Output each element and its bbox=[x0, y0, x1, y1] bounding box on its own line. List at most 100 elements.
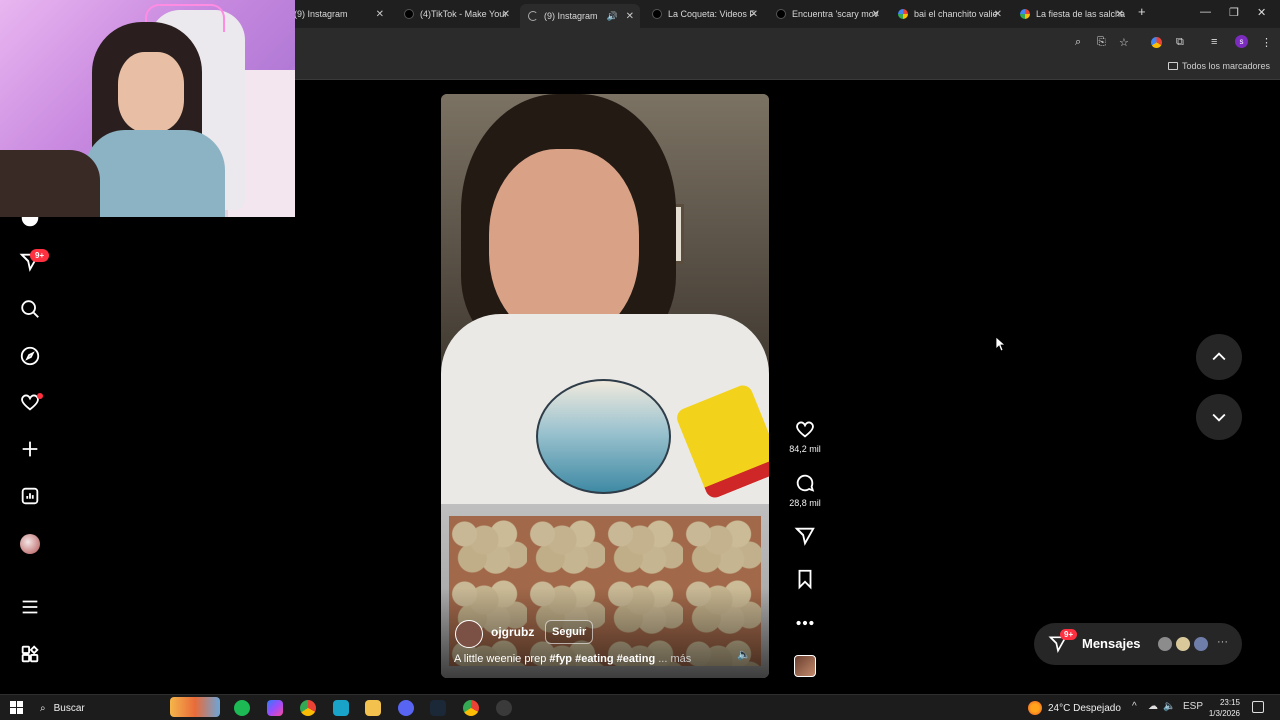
close-icon[interactable]: ✕ bbox=[750, 9, 758, 20]
tiktok-icon bbox=[404, 9, 414, 19]
comment-icon[interactable] bbox=[794, 472, 816, 494]
reel-author-username[interactable]: ojgrubz bbox=[491, 625, 534, 639]
tiktok-icon bbox=[652, 9, 662, 19]
compass-icon bbox=[20, 346, 40, 366]
new-tab-button[interactable]: + bbox=[1138, 4, 1146, 19]
sidebar-item-create[interactable] bbox=[18, 437, 42, 461]
message-avatar bbox=[1192, 635, 1210, 653]
reel-video[interactable] bbox=[441, 94, 769, 678]
profile-avatar-icon bbox=[20, 534, 40, 554]
speaker-icon[interactable]: 🔊 bbox=[607, 11, 618, 22]
chrome-icon[interactable] bbox=[300, 700, 316, 716]
tab-tiktok[interactable]: (4)TikTok - Make Your ✕ bbox=[396, 4, 516, 24]
follow-button[interactable]: Seguir bbox=[545, 620, 594, 644]
caption-hashtags[interactable]: #fyp #eating #eating bbox=[549, 653, 655, 665]
close-icon[interactable]: ✕ bbox=[376, 9, 384, 20]
install-icon[interactable]: ⎘ bbox=[1097, 36, 1106, 49]
volume-icon[interactable]: 🔈 bbox=[1163, 701, 1175, 712]
reel-author-avatar[interactable] bbox=[455, 620, 483, 648]
reel-shirt-graphic bbox=[536, 379, 671, 494]
share-action[interactable] bbox=[790, 525, 820, 547]
close-icon[interactable]: ✕ bbox=[994, 9, 1002, 20]
more-dots-icon[interactable] bbox=[794, 612, 816, 634]
like-action[interactable]: 84,2 mil bbox=[789, 418, 821, 454]
search-icon: ⌕ bbox=[40, 702, 46, 714]
volume-icon[interactable]: 🔈 bbox=[737, 648, 751, 661]
extensions-puzzle-icon[interactable]: ⧉ bbox=[1176, 36, 1184, 49]
tab-la-coqueta[interactable]: La Coqueta: Videos F ✕ bbox=[644, 4, 764, 24]
tab-label: La fiesta de las salcha bbox=[1036, 9, 1126, 19]
tiktok-icon bbox=[776, 9, 786, 19]
clock-time: 23:15 bbox=[1219, 698, 1240, 707]
sidebar-item-explore[interactable] bbox=[18, 344, 42, 368]
tab-instagram-active[interactable]: (9) Instagram 🔊 ✕ bbox=[520, 4, 640, 28]
spotify-icon[interactable] bbox=[234, 700, 250, 716]
chevron-up-icon[interactable]: ^ bbox=[1132, 701, 1137, 712]
sidebar-item-also-from-meta[interactable] bbox=[18, 642, 42, 666]
search-icon bbox=[21, 300, 39, 318]
close-icon[interactable]: ✕ bbox=[502, 9, 510, 20]
weather-sun-icon bbox=[1028, 701, 1042, 715]
notification-dot bbox=[37, 393, 43, 399]
windows-start-icon[interactable] bbox=[10, 701, 23, 714]
comment-action[interactable]: 28,8 mil bbox=[789, 472, 821, 508]
messages-label: Mensajes bbox=[1082, 636, 1141, 651]
menu-dots-icon[interactable]: ⋮ bbox=[1261, 36, 1272, 49]
close-icon[interactable]: ✕ bbox=[1116, 9, 1124, 20]
next-reel-button[interactable] bbox=[1196, 394, 1242, 440]
comment-count: 28,8 mil bbox=[789, 498, 821, 508]
more-options-action[interactable] bbox=[790, 612, 820, 634]
chevron-down-icon bbox=[1212, 413, 1226, 422]
reel-audio-thumbnail[interactable] bbox=[794, 655, 816, 677]
obs-icon[interactable] bbox=[496, 700, 512, 716]
bookmark-star-icon[interactable]: ☆ bbox=[1119, 36, 1129, 49]
sidebar-item-profile[interactable] bbox=[18, 532, 42, 556]
mouse-cursor-icon bbox=[996, 337, 1006, 351]
close-icon[interactable]: ✕ bbox=[626, 11, 634, 22]
tab-instagram-1[interactable]: (9) Instagram ✕ bbox=[286, 4, 390, 24]
chrome-running-icon[interactable] bbox=[463, 700, 479, 716]
weather-widget[interactable]: 24°C Despejado bbox=[1028, 701, 1121, 715]
restore-icon[interactable]: ❐ bbox=[1229, 6, 1239, 19]
search-highlight-image bbox=[170, 697, 220, 717]
sidebar-item-dashboard[interactable] bbox=[18, 484, 42, 508]
profile-avatar[interactable]: s bbox=[1235, 35, 1248, 48]
sidebar-item-search[interactable] bbox=[18, 297, 42, 321]
tab-label: Encuentra 'scary mov bbox=[792, 9, 879, 19]
steam-icon[interactable] bbox=[430, 700, 446, 716]
heart-icon[interactable] bbox=[794, 418, 816, 440]
tab-scary-movie[interactable]: Encuentra 'scary mov ✕ bbox=[768, 4, 886, 24]
tab-chanchito[interactable]: bai el chanchito valie ✕ bbox=[890, 4, 1008, 24]
sidebar-item-more[interactable] bbox=[18, 595, 42, 619]
notification-center-icon[interactable] bbox=[1252, 701, 1264, 713]
extension-icon[interactable] bbox=[1151, 37, 1162, 48]
webcam-person-face bbox=[118, 52, 184, 132]
more-dots-icon: ··· bbox=[1217, 636, 1228, 648]
bookmark-icon[interactable] bbox=[794, 568, 816, 590]
previous-reel-button[interactable] bbox=[1196, 334, 1242, 380]
file-explorer-icon[interactable] bbox=[365, 700, 381, 716]
chevron-up-icon bbox=[1212, 352, 1226, 361]
all-bookmarks-button[interactable]: Todos los marcadores bbox=[1167, 61, 1270, 71]
taskbar-clock[interactable]: 23:15 1/3/2026 bbox=[1200, 697, 1240, 719]
zoom-icon[interactable]: ⌕ bbox=[1075, 36, 1081, 49]
webcam-overlay bbox=[0, 0, 295, 217]
store-icon[interactable] bbox=[333, 700, 349, 716]
caption-more-link[interactable]: ... más bbox=[658, 653, 691, 665]
close-icon[interactable]: ✕ bbox=[872, 9, 880, 20]
save-action[interactable] bbox=[790, 568, 820, 590]
discord-icon[interactable] bbox=[398, 700, 414, 716]
tab-label: (4)TikTok - Make Your bbox=[420, 9, 508, 19]
media-control-icon[interactable]: ≡ bbox=[1211, 36, 1217, 48]
hamburger-menu-icon bbox=[22, 600, 38, 614]
loading-icon bbox=[528, 11, 538, 21]
notifications-badge: 9+ bbox=[30, 249, 50, 262]
all-bookmarks-label: Todos los marcadores bbox=[1181, 61, 1270, 71]
close-window-icon[interactable]: ✕ bbox=[1257, 6, 1266, 19]
send-icon[interactable] bbox=[794, 525, 816, 547]
messages-button[interactable]: 9+ Mensajes ··· bbox=[1034, 623, 1242, 665]
copilot-icon[interactable] bbox=[267, 700, 283, 716]
minimize-icon[interactable]: — bbox=[1200, 6, 1211, 18]
network-icon[interactable]: ☁ bbox=[1148, 701, 1158, 712]
tab-fiesta-salchichas[interactable]: La fiesta de las salcha ✕ bbox=[1012, 4, 1130, 24]
